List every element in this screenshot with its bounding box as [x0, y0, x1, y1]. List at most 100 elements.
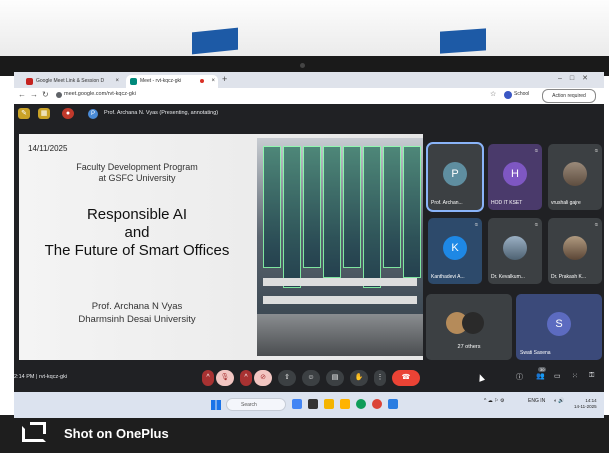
slide-author: Prof. Archana N Vyas Dharmsinh Desai Uni…	[19, 300, 255, 326]
profile-avatar[interactable]	[504, 91, 512, 99]
close-icon[interactable]: ×	[115, 75, 119, 88]
mic-off-icon: ⦸	[594, 148, 598, 154]
annotate-tool-button[interactable]: ✎	[18, 108, 30, 119]
mic-off-icon: ⦸	[474, 222, 478, 228]
participant-name: vrushali gajre	[551, 200, 581, 206]
presentation-slide: 14/11/2025 Faculty Development Program a…	[19, 134, 423, 360]
participant-name: Kanthadevi A...	[431, 274, 465, 280]
participant-name: Dr. Prakash K...	[551, 274, 587, 280]
smart-office-illustration	[257, 138, 423, 356]
profile-label[interactable]: School	[514, 91, 529, 97]
meeting-time-code: 2:14 PM | rvt-kqcz-gki	[14, 374, 68, 380]
participant-tile[interactable]: ⦸ Dr. Kevalkum...	[488, 218, 542, 284]
monitor-screen: Google Meet Link & Session D × Meet - rv…	[14, 72, 604, 418]
people-icon[interactable]: 👥	[536, 372, 545, 380]
mouse-cursor	[476, 373, 486, 382]
language-indicator[interactable]: ENG IN	[528, 398, 545, 404]
window-controls[interactable]: –□✕	[558, 74, 596, 82]
network-volume-icons[interactable]: ◐ 🔊	[554, 398, 565, 404]
taskbar-clock[interactable]: 14:14 14-11-2025	[574, 398, 597, 410]
title-line-2: and	[124, 224, 150, 241]
mic-off-icon: ⦸	[534, 222, 538, 228]
stop-presenting-button[interactable]: ●	[62, 108, 74, 119]
host-controls-icon[interactable]: ⚿	[589, 372, 594, 380]
tray-icons[interactable]: ^ ☁ ⚐ ⚙	[484, 398, 504, 404]
chat-icon[interactable]: ▭	[554, 372, 561, 380]
participant-tile-swati[interactable]: S Swati Saxena	[516, 294, 602, 360]
task-view-icon[interactable]	[308, 399, 318, 409]
mic-off-icon: ⦸	[534, 148, 538, 154]
others-count-label: 27 others	[457, 344, 481, 350]
folder-icon[interactable]	[340, 399, 350, 409]
captions-button[interactable]: ▤	[326, 370, 344, 386]
clock-date: 14-11-2025	[574, 404, 597, 409]
author-name: Prof. Archana N Vyas	[91, 301, 183, 312]
participant-tile[interactable]: ⦸ H HOD IT KSET	[488, 144, 542, 210]
participant-photo	[462, 312, 484, 334]
forward-button[interactable]: →	[30, 90, 38, 99]
slide-program: Faculty Development Program at GSFC Univ…	[19, 162, 255, 184]
gmail-icon	[26, 78, 33, 85]
participant-photo	[563, 162, 587, 186]
webcam-dot	[300, 63, 305, 68]
presenting-status-text: Prof. Archana N. Vyas (Presenting, annot…	[104, 110, 219, 116]
recording-indicator-icon	[200, 79, 204, 83]
tab-label: Meet - rvt-kqcz-gki	[140, 78, 182, 84]
info-icon[interactable]: ⓘ	[516, 372, 523, 382]
layout-button[interactable]: ▦	[38, 108, 50, 119]
others-tile[interactable]: 27 others	[426, 294, 512, 360]
new-tab-button[interactable]: +	[222, 74, 227, 84]
tab-google-meet-link[interactable]: Google Meet Link & Session D ×	[22, 75, 122, 88]
present-button[interactable]: ⇧	[278, 370, 296, 386]
participant-tile[interactable]: ⦸ K Kanthadevi A...	[428, 218, 482, 284]
taskbar-search[interactable]: Search	[226, 398, 286, 411]
participant-name: Swati Saxena	[520, 350, 551, 356]
address-bar-row: ← → ↻ meet.google.com/rvt-kqcz-gki ☆ Sch…	[14, 88, 604, 105]
reload-button[interactable]: ↻	[42, 90, 49, 99]
back-button[interactable]: ←	[18, 90, 26, 99]
tab-meet[interactable]: Meet - rvt-kqcz-gki ×	[126, 75, 218, 88]
url-field[interactable]: meet.google.com/rvt-kqcz-gki	[64, 91, 136, 97]
watermark-text: Shot on OnePlus	[64, 426, 169, 441]
participant-name: Dr. Kevalkum...	[491, 274, 525, 280]
meet-icon	[130, 78, 137, 85]
end-call-button[interactable]: ☎	[392, 370, 420, 386]
participant-tile[interactable]: P Prof. Archan...	[426, 142, 484, 212]
mic-off-button[interactable]: 🎙	[216, 370, 234, 386]
settings-icon[interactable]	[388, 399, 398, 409]
file-explorer-icon[interactable]	[324, 399, 334, 409]
participant-avatar: P	[443, 162, 467, 186]
windows-taskbar: Search ^ ☁ ⚐ ⚙ ENG IN ◐ 🔊 14:14 14-11-20…	[14, 392, 604, 418]
activities-icon[interactable]: ⁙	[572, 372, 578, 380]
tab-label: Google Meet Link & Session D	[36, 78, 105, 84]
program-line-2: at GSFC University	[98, 173, 176, 183]
windows-start-icon[interactable]	[211, 400, 221, 410]
camera-options-button[interactable]: ^	[240, 370, 252, 386]
oneplus-logo-icon-part	[30, 422, 46, 434]
mic-options-button[interactable]: ^	[202, 370, 214, 386]
emoji-button[interactable]: ☺	[302, 370, 320, 386]
camera-off-button[interactable]: ⊘	[254, 370, 272, 386]
participant-photo	[503, 236, 527, 260]
mic-off-icon: ⦸	[594, 222, 598, 228]
participant-tile[interactable]: ⦸ vrushali gajre	[548, 144, 602, 210]
participant-avatar: H	[503, 162, 527, 186]
action-required-button[interactable]: Action required	[542, 89, 596, 103]
browser-tab-strip: Google Meet Link & Session D × Meet - rv…	[14, 72, 604, 88]
site-info-icon[interactable]	[56, 92, 62, 98]
close-icon[interactable]: ×	[211, 75, 215, 88]
more-options-button[interactable]: ⋮	[374, 370, 386, 386]
author-affiliation: Dharmsinh Desai University	[78, 314, 196, 325]
presenter-avatar: P	[88, 109, 98, 119]
raise-hand-button[interactable]: ✋	[350, 370, 368, 386]
slide-date: 14/11/2025	[28, 144, 68, 153]
chrome-icon[interactable]	[372, 399, 382, 409]
edge-icon[interactable]	[356, 399, 366, 409]
participant-tile[interactable]: ⦸ Dr. Prakash K...	[548, 218, 602, 284]
participant-avatar: K	[443, 236, 467, 260]
title-line-1: Responsible AI	[86, 206, 188, 223]
participant-photo	[563, 236, 587, 260]
widgets-icon[interactable]	[292, 399, 302, 409]
meet-control-bar: 2:14 PM | rvt-kqcz-gki ^ 🎙 ^ ⊘ ⇧ ☺ ▤ ✋ ⋮…	[14, 366, 604, 390]
bookmark-star-icon[interactable]: ☆	[490, 90, 496, 98]
